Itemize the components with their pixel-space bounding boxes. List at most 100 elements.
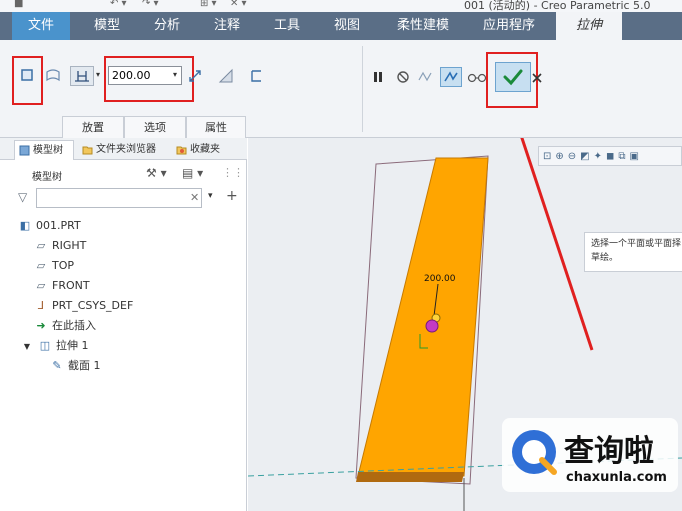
selection-tooltip: 选择一个平面或平面择草绘。 xyxy=(584,232,682,272)
tree-item-label: PRT_CSYS_DEF xyxy=(52,299,134,312)
menu-tab-bar: 文件 模型 分析 注释 工具 视图 柔性建模 应用程序 拉伸 xyxy=(0,12,682,40)
highlight-box-depth xyxy=(104,56,194,102)
model-tree-icon xyxy=(19,145,30,156)
flip-direction-button[interactable] xyxy=(185,66,205,86)
tab-extrude[interactable]: 拉伸 xyxy=(556,12,622,40)
tab-annotate[interactable]: 注释 xyxy=(200,12,254,40)
tree-show-icon[interactable]: ▤ ▾ xyxy=(182,166,203,180)
thicken-icon xyxy=(251,70,261,82)
folder-icon xyxy=(82,146,93,155)
glasses-icon xyxy=(467,73,487,83)
depth-type-button[interactable] xyxy=(70,66,94,86)
tab-analysis[interactable]: 分析 xyxy=(140,12,194,40)
tree-columns-icon[interactable]: ⋮⋮ xyxy=(222,166,244,179)
redo-icon[interactable]: ↷ ▾ xyxy=(142,0,159,9)
surface-extrude-button[interactable] xyxy=(44,66,62,84)
tree-item-label: RIGHT xyxy=(52,239,87,252)
tree-item-label: 截面 1 xyxy=(68,359,101,372)
close-icon xyxy=(532,73,542,83)
tab-model[interactable]: 模型 xyxy=(80,12,134,40)
verify-preview-button[interactable] xyxy=(440,67,462,87)
pause-button[interactable] xyxy=(370,68,386,86)
tree-item-insert-here[interactable]: ➜ 在此插入 xyxy=(34,316,96,336)
separate-preview-button[interactable] xyxy=(416,68,436,86)
blind-depth-icon xyxy=(75,71,89,82)
tree-item-label: TOP xyxy=(52,259,75,272)
add-filter-icon[interactable]: + xyxy=(226,188,238,204)
separate-preview-icon xyxy=(418,71,432,82)
no-preview-button[interactable] xyxy=(394,68,412,86)
creo-window: ■ ↶ ▾ ↷ ▾ ⊞ ▾ ✕ ▾ 001 (活动的) - Creo Param… xyxy=(0,0,682,511)
depth-type-dropdown-icon[interactable]: ▾ xyxy=(96,70,100,79)
clear-filter-icon[interactable]: ✕ xyxy=(190,191,199,204)
sketch-origin xyxy=(425,319,439,333)
subtab-options[interactable]: 选项 xyxy=(124,116,186,138)
extrude-icon: ◫ xyxy=(39,339,51,352)
tab-view[interactable]: 视图 xyxy=(320,12,374,40)
collapse-arrow-icon[interactable]: ▼ xyxy=(20,337,34,357)
tree-item-top[interactable]: ▱ TOP xyxy=(34,256,74,276)
tab-model-tree-label: 模型树 xyxy=(33,145,63,156)
panel-tabs: 模型树 文件夹浏览器 收藏夹 xyxy=(0,138,247,160)
tree-item-front[interactable]: ▱ FRONT xyxy=(34,276,90,296)
extrude-preview[interactable] xyxy=(357,157,489,477)
watermark-domain: chaxunla.com xyxy=(566,470,667,485)
thicken-sketch-button[interactable] xyxy=(246,66,266,86)
tree-item-part[interactable]: ◧ 001.PRT xyxy=(18,216,81,236)
remove-material-icon xyxy=(218,68,233,83)
tree-item-label: 在此插入 xyxy=(52,319,96,332)
csys-icon: ⅃ xyxy=(37,299,45,312)
subtab-placement[interactable]: 放置 xyxy=(62,116,124,138)
tree-item-section[interactable]: ✎ 截面 1 xyxy=(50,356,101,376)
tree-item-right[interactable]: ▱ RIGHT xyxy=(34,236,87,256)
datum-plane-icon: ▱ xyxy=(36,239,46,252)
highlight-box-solid xyxy=(12,56,43,105)
tree-settings-icon[interactable]: ⚒ ▾ xyxy=(146,166,167,180)
subtab-properties[interactable]: 属性 xyxy=(186,116,246,138)
part-icon: ◧ xyxy=(19,219,31,232)
verify-preview-icon xyxy=(444,71,458,82)
datum-plane-icon: ▱ xyxy=(36,279,46,292)
quick-access-icon[interactable]: ■ xyxy=(14,0,23,9)
tab-folder-browser-label: 文件夹浏览器 xyxy=(96,144,156,155)
watermark-logo: 查询啦 chaxunla.com xyxy=(502,418,678,492)
tab-applications[interactable]: 应用程序 xyxy=(472,12,546,40)
tab-favorites[interactable]: 收藏夹 xyxy=(172,140,232,160)
model-tree-panel: 模型树 文件夹浏览器 收藏夹 模型树 ⚒ ▾ ▤ ▾ ⋮⋮ ▽ ✕ ▾ + ◧ 0… xyxy=(0,138,247,511)
close-window-icon[interactable]: ✕ ▾ xyxy=(230,0,247,9)
tree-item-label: FRONT xyxy=(52,279,90,292)
tab-favorites-label: 收藏夹 xyxy=(190,144,220,155)
sketch-icon: ✎ xyxy=(52,359,62,372)
tab-tools[interactable]: 工具 xyxy=(260,12,314,40)
ribbon-separator xyxy=(362,46,363,132)
tree-item-extrude[interactable]: ▼ ◫ 拉伸 1 xyxy=(20,336,89,356)
insert-arrow-icon: ➜ xyxy=(36,319,46,332)
tree-item-csys[interactable]: ⅃ PRT_CSYS_DEF xyxy=(34,296,133,316)
title-bar: ■ ↶ ▾ ↷ ▾ ⊞ ▾ ✕ ▾ 001 (活动的) - Creo Param… xyxy=(0,0,682,12)
tree-item-label: 001.PRT xyxy=(36,219,81,232)
glasses-preview-button[interactable] xyxy=(466,68,488,86)
tab-model-tree[interactable]: 模型树 xyxy=(14,140,74,160)
favorites-icon xyxy=(176,146,187,155)
tree-item-label: 拉伸 1 xyxy=(56,339,89,352)
watermark-brand: 查询啦 xyxy=(564,434,654,469)
depth-dimension-label[interactable]: 200.00 xyxy=(424,274,456,284)
filter-dropdown-icon[interactable]: ▾ xyxy=(208,191,213,201)
undo-icon[interactable]: ↶ ▾ xyxy=(110,0,127,9)
tab-file[interactable]: 文件 xyxy=(12,12,70,40)
no-preview-icon xyxy=(397,71,409,83)
cancel-button[interactable] xyxy=(530,70,544,86)
extrude-bottom-face xyxy=(356,472,464,482)
regen-icon[interactable]: ⊞ ▾ xyxy=(200,0,217,9)
tree-filter-input[interactable] xyxy=(36,188,202,208)
pause-icon xyxy=(374,72,382,82)
filter-icon: ▽ xyxy=(18,190,28,204)
surface-icon xyxy=(46,69,60,82)
remove-material-button[interactable] xyxy=(216,66,236,86)
extrude-ribbon: ▾ ▾ xyxy=(0,40,682,138)
model-tree-label: 模型树 xyxy=(32,172,62,183)
tab-folder-browser[interactable]: 文件夹浏览器 xyxy=(78,140,168,160)
datum-plane-icon: ▱ xyxy=(36,259,46,272)
flip-direction-icon xyxy=(189,70,201,82)
tab-flexible-modeling[interactable]: 柔性建模 xyxy=(386,12,460,40)
